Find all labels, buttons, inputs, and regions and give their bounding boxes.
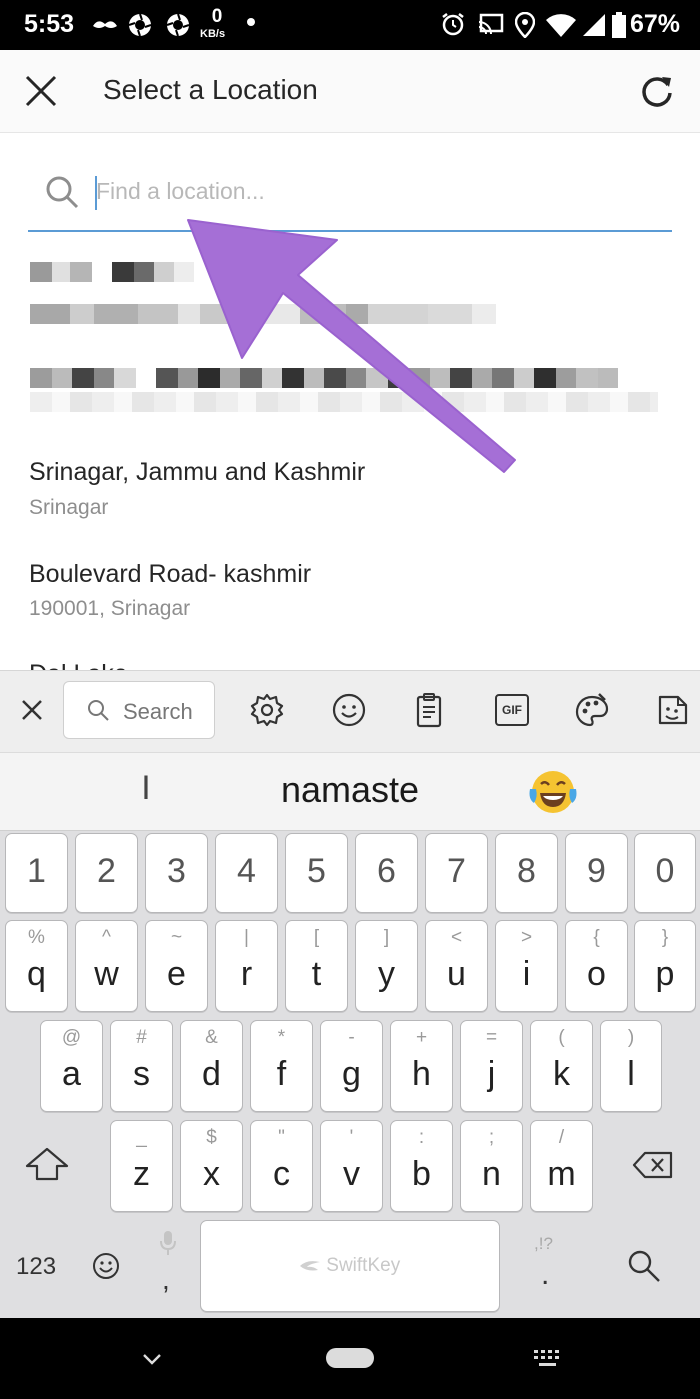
system-nav-bar <box>0 1318 700 1399</box>
aperture-icon <box>166 13 190 43</box>
suggestion-item[interactable]: namaste <box>250 769 450 811</box>
space-bar[interactable]: SwiftKey <box>200 1220 500 1312</box>
period-key[interactable]: . <box>541 1258 549 1292</box>
key-5[interactable]: 5 <box>285 833 348 913</box>
result-subtitle: 190001, Srinagar <box>29 597 191 620</box>
aperture-icon <box>128 13 152 43</box>
suggestion-bar: I namaste <box>0 752 700 831</box>
microphone-icon <box>159 1230 177 1261</box>
suggestion-item[interactable]: I <box>100 769 192 808</box>
result-title: Boulevard Road- kashmir <box>29 560 312 588</box>
cast-icon <box>478 13 504 41</box>
key-k[interactable]: (k <box>530 1020 593 1112</box>
key-s[interactable]: # s <box>110 1020 173 1112</box>
alarm-icon <box>441 12 465 42</box>
key-h[interactable]: + h <box>390 1020 453 1112</box>
battery-percent: 67% <box>630 10 681 38</box>
location-pin-icon <box>514 11 536 44</box>
key-3[interactable]: 3 <box>145 833 208 913</box>
swiftkey-logo-icon <box>300 1261 320 1271</box>
key-a[interactable]: @ a <box>40 1020 103 1112</box>
key-q[interactable]: % q <box>5 920 68 1012</box>
key-t[interactable]: [t <box>285 920 348 1012</box>
keyboard-search-label: Search <box>123 699 193 724</box>
emoji-icon[interactable] <box>331 692 367 733</box>
key-9[interactable]: 9 <box>565 833 628 913</box>
key-o[interactable]: {o <box>565 920 628 1012</box>
result-subtitle: Srinagar <box>29 496 109 519</box>
comma-key[interactable]: , <box>162 1264 170 1296</box>
status-time: 5:53 <box>24 10 75 38</box>
key-r[interactable]: | r <box>215 920 278 1012</box>
key-n[interactable]: ; n <box>460 1120 523 1212</box>
key-8[interactable]: 8 <box>495 833 558 913</box>
cell-signal-icon <box>582 13 606 43</box>
search-icon <box>44 174 80 215</box>
net-speed-value: 0 <box>211 6 223 27</box>
list-item[interactable]: Boulevard Road- kashmir 190001, Srinagar <box>0 540 700 640</box>
close-toolbar-icon[interactable] <box>20 698 44 727</box>
theme-palette-icon[interactable] <box>574 692 610 733</box>
suggestion-emoji-laughing-icon[interactable] <box>526 767 580 822</box>
annotation-arrow <box>187 219 516 473</box>
net-speed-unit: KB/s <box>200 28 226 40</box>
key-7[interactable]: 7 <box>425 833 488 913</box>
page-title: Select a Location <box>103 74 318 105</box>
key-m[interactable]: / m <box>530 1120 593 1212</box>
key-z[interactable]: _ z <box>110 1120 173 1212</box>
key-6[interactable]: 6 <box>355 833 418 913</box>
key-j[interactable]: = j <box>460 1020 523 1112</box>
hide-keyboard-chevron-icon[interactable] <box>142 1352 162 1371</box>
shift-key-icon[interactable] <box>24 1146 70 1187</box>
swiftkey-brand: SwiftKey <box>299 1255 400 1277</box>
clipboard-icon[interactable] <box>414 692 444 733</box>
key-e[interactable]: ~ e <box>145 920 208 1012</box>
close-icon[interactable] <box>22 72 60 115</box>
key-1[interactable]: 1 <box>5 833 68 913</box>
key-l[interactable]: ) l <box>600 1020 662 1112</box>
key-w[interactable]: ^ w <box>75 920 138 1012</box>
battery-icon <box>612 12 626 44</box>
keyboard-search-action-icon[interactable] <box>626 1248 662 1289</box>
key-g[interactable]: -g <box>320 1020 383 1112</box>
key-i[interactable]: > i <box>495 920 558 1012</box>
key-x[interactable]: $ x <box>180 1120 243 1212</box>
redacted-result-title <box>30 262 194 282</box>
swiftkey-label: SwiftKey <box>326 1255 401 1276</box>
key-d[interactable]: & d <box>180 1020 243 1112</box>
mustache-icon <box>92 12 118 38</box>
key-2[interactable]: 2 <box>75 833 138 913</box>
sticker-icon[interactable] <box>655 692 691 733</box>
key-u[interactable]: < u <box>425 920 488 1012</box>
wifi-icon <box>545 12 577 44</box>
period-key-hint: ,!? <box>534 1234 553 1253</box>
search-placeholder: Find a location... <box>96 178 265 204</box>
keyboard-search-button[interactable]: Search <box>63 681 215 739</box>
key-0[interactable]: 0 <box>634 833 696 913</box>
key-v[interactable]: ' v <box>320 1120 383 1212</box>
backspace-key-icon[interactable] <box>632 1150 674 1185</box>
key-f[interactable]: * f <box>250 1020 313 1112</box>
result-title: Dal Lake <box>29 660 128 670</box>
status-bar: 5:53 0 KB/s 67% <box>0 0 700 50</box>
keyboard-switch-icon[interactable] <box>533 1349 563 1374</box>
refresh-icon[interactable] <box>638 72 676 115</box>
numbers-key[interactable]: 123 <box>16 1253 56 1281</box>
gif-button[interactable]: GIF <box>495 694 529 726</box>
notification-dot-icon <box>247 18 255 26</box>
emoji-key-icon[interactable] <box>92 1252 120 1285</box>
key-c[interactable]: " c <box>250 1120 313 1212</box>
key-p[interactable]: } p <box>634 920 696 1012</box>
gif-label: GIF <box>502 703 522 717</box>
search-icon <box>86 698 110 727</box>
key-y[interactable]: ] y <box>355 920 418 1012</box>
settings-gear-icon[interactable] <box>249 692 285 733</box>
app-bar: Select a Location <box>0 50 700 133</box>
home-pill-button[interactable] <box>326 1348 374 1368</box>
key-b[interactable]: :b <box>390 1120 453 1212</box>
key-4[interactable]: 4 <box>215 833 278 913</box>
list-item[interactable]: Dal Lake <box>0 640 700 670</box>
